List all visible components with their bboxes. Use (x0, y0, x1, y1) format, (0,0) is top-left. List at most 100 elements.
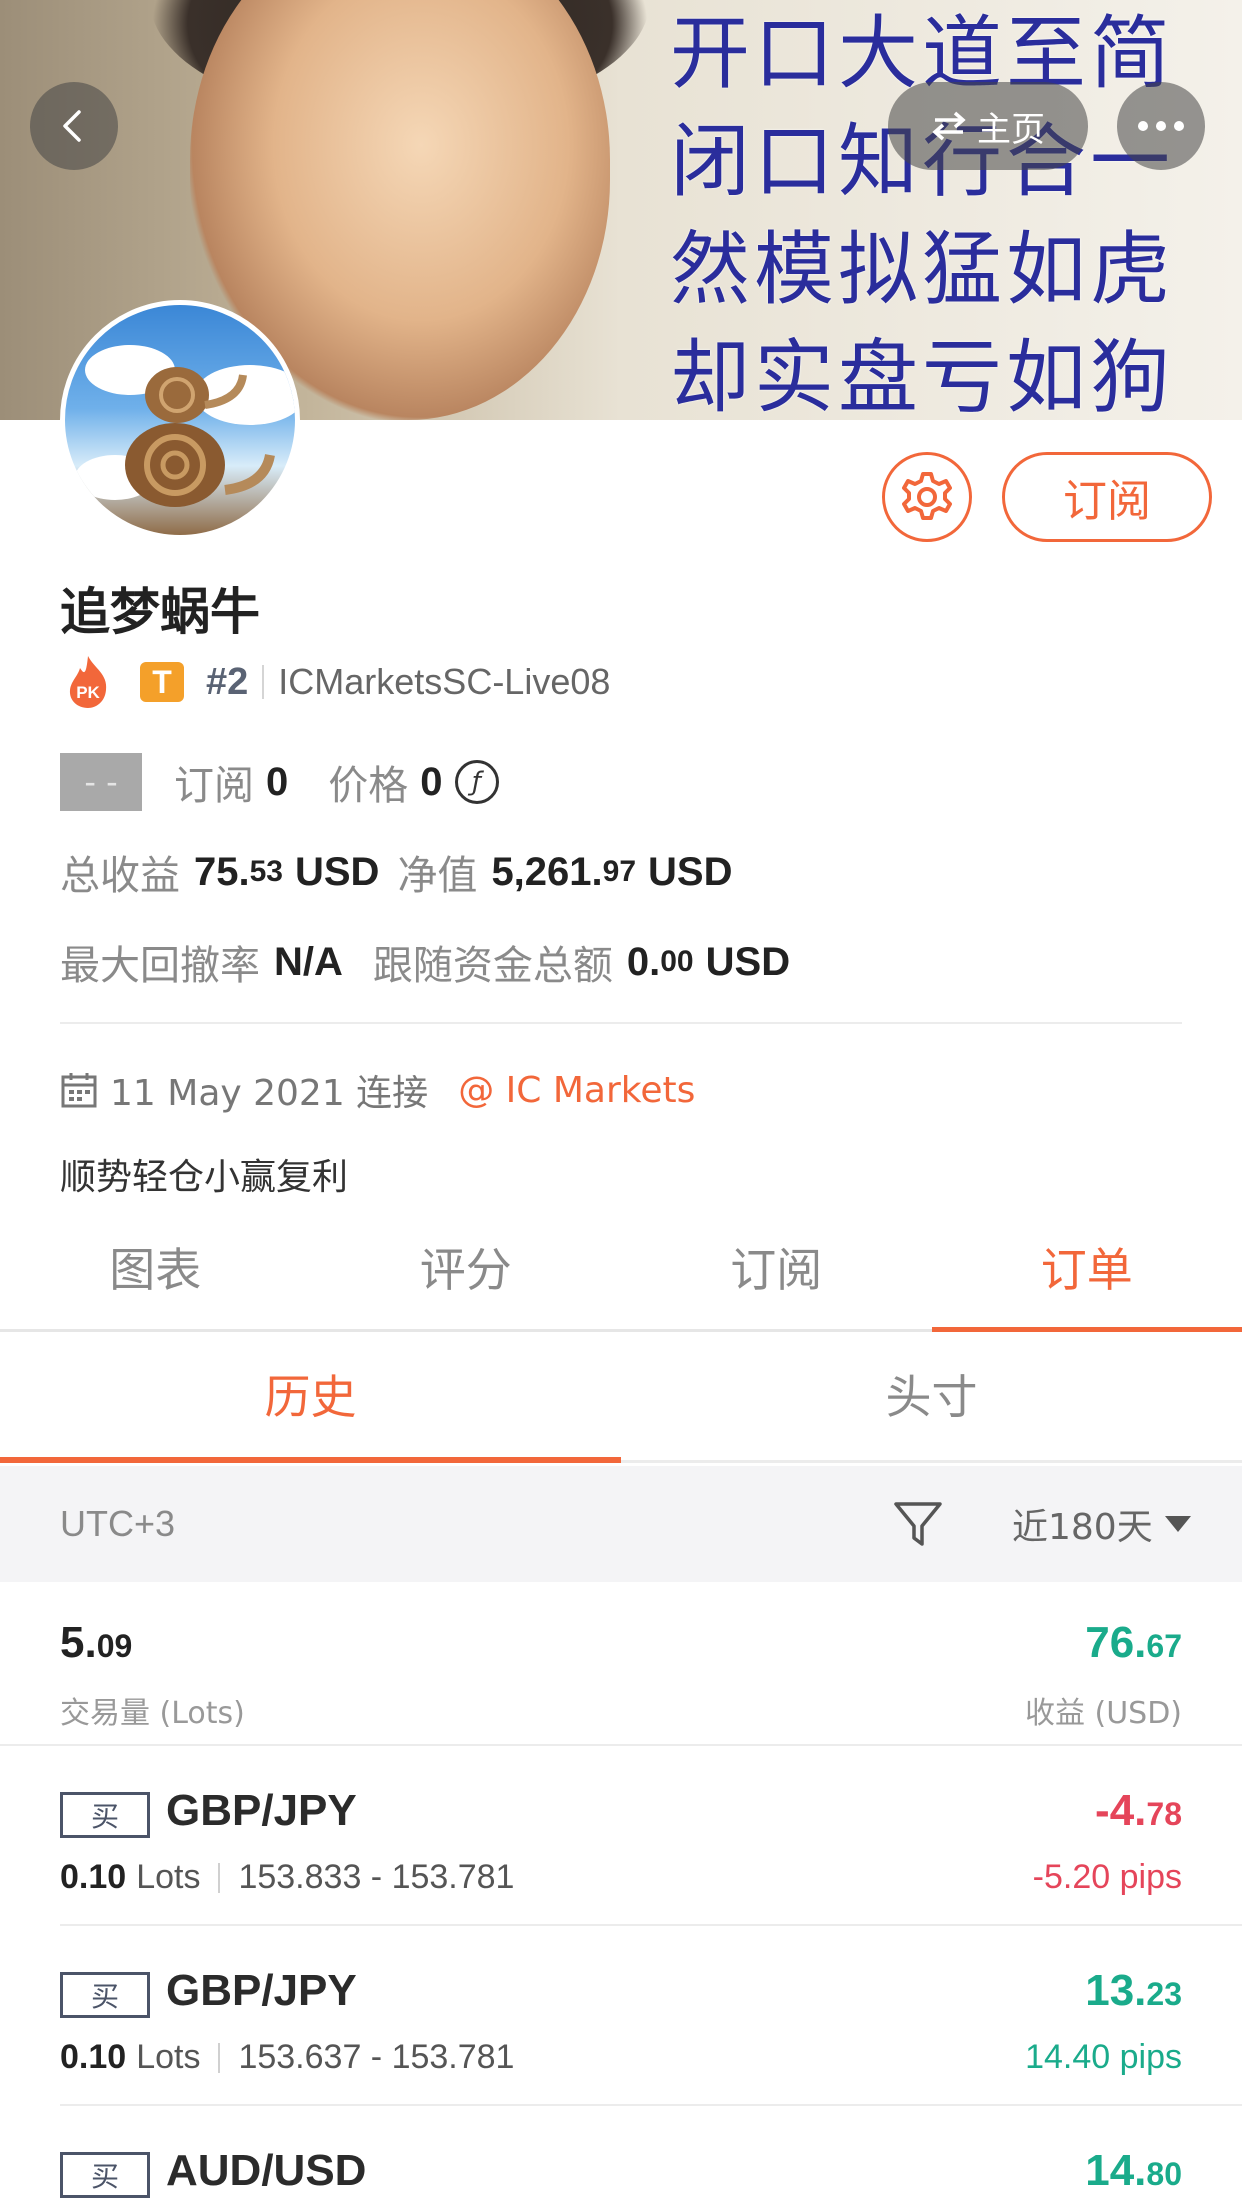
total-profit-dec: 53 (249, 855, 283, 888)
banner-line: 然模拟猛如虎 (670, 223, 1174, 316)
equity-label: 净值 (397, 853, 478, 899)
equity-unit: USD (648, 849, 733, 894)
swap-icon (932, 111, 966, 141)
coin-icon: ƒ (454, 760, 499, 804)
total-profit-dec: 67 (1146, 1628, 1182, 1664)
price-label: 价格 (328, 763, 409, 809)
tab-chart[interactable]: 图表 (0, 1220, 311, 1329)
home-button[interactable]: 主页 (888, 82, 1088, 170)
order-pnl: 14.80 (1085, 2146, 1182, 2196)
profile-name: 追梦蜗牛 (60, 583, 260, 641)
tab-positions[interactable]: 头寸 (621, 1335, 1242, 1460)
connected-date: 11 May 2021 连接 (110, 1073, 429, 1114)
caret-down-icon (1164, 1516, 1191, 1532)
max-drawdown-label: 最大回撤率 (60, 943, 260, 989)
tab-rating[interactable]: 评分 (311, 1220, 622, 1329)
follow-funds-dec: 00 (660, 945, 694, 978)
equity-dec: 97 (602, 855, 637, 888)
order-pnl-int: -4. (1095, 1786, 1147, 1835)
divider (218, 2042, 221, 2073)
order-lots-unit: Lots (136, 1858, 201, 1896)
filter-bar: UTC+3 近180天 (0, 1466, 1242, 1582)
subscribers-label: 订阅 (174, 763, 254, 809)
order-symbol: GBP/JPY (166, 1966, 357, 2015)
more-icon (1138, 121, 1184, 131)
total-lots-int: 5. (60, 1618, 97, 1667)
home-label: 主页 (977, 109, 1045, 150)
order-lots-unit: Lots (136, 2038, 201, 2076)
total-profit-unit: USD (294, 849, 380, 894)
divider (60, 1022, 1182, 1024)
tab-orders[interactable]: 订单 (931, 1220, 1242, 1332)
order-symbol: GBP/JPY (166, 1786, 357, 1835)
order-pnl-dec: 23 (1146, 1976, 1182, 2012)
total-lots-label: 交易量 (Lots) (60, 1696, 245, 1731)
divider (262, 665, 265, 699)
tier-badge: T (140, 662, 184, 702)
profit-stats: 总收益 75. 53 USD 净值 5,261. 97 USD (60, 842, 732, 902)
back-button[interactable] (30, 82, 118, 170)
main-tabs: 图表 评分 订阅 订单 (0, 1220, 1242, 1332)
more-button[interactable] (1117, 82, 1205, 170)
side-tag: 买 (60, 1792, 150, 1838)
order-pnl: -4.78 (1095, 1786, 1182, 1836)
order-pnl-int: 14. (1085, 2146, 1147, 2195)
back-icon (63, 110, 81, 142)
history-summary: 5.09 交易量 (Lots) 76.67 收益 (USD) (0, 1582, 1242, 1746)
tab-subscriptions[interactable]: 订阅 (621, 1220, 932, 1329)
total-profit-label: 总收益 (60, 853, 180, 899)
settings-button[interactable] (882, 452, 972, 542)
follow-funds-unit: USD (705, 939, 791, 984)
order-row[interactable]: 买 GBP/JPY 0.10 Lots 153.833 - 153.781 -4… (0, 1746, 1242, 1926)
order-detail: 0.10 Lots 153.637 - 153.781 (60, 2038, 514, 2077)
pk-label: PK (76, 683, 100, 702)
order-pnl: 13.23 (1085, 1966, 1182, 2016)
follow-funds-int: 0. (626, 939, 661, 984)
date-range-value: 近180天 (1012, 1507, 1153, 1548)
subscribers-value: 0 (266, 759, 289, 804)
total-profit-label: 收益 (USD) (1024, 1696, 1182, 1731)
side-tag: 买 (60, 2152, 150, 2198)
order-prices: 153.637 - 153.781 (238, 2038, 515, 2076)
timezone-label: UTC+3 (60, 1503, 176, 1544)
side-tag: 买 (60, 1972, 150, 2018)
date-range-select[interactable]: 近180天 (1012, 1498, 1191, 1550)
badge-row: PK T #2 ICMarketsSC-Live08 (60, 652, 610, 712)
total-profit-int: 75. (194, 849, 250, 894)
banner-caption: 开口大道至简 闭口知行合一 然模拟猛如虎 却实盘亏如狗 (670, 0, 1230, 420)
broker-link[interactable]: @ IC Markets (458, 1070, 695, 1111)
pk-flame-icon: PK (60, 654, 116, 710)
snail-image (125, 367, 275, 507)
order-lots: 0.10 (60, 2038, 127, 2076)
order-lots: 0.10 (60, 1858, 127, 1896)
filter-icon[interactable] (892, 1498, 944, 1550)
divider (218, 1862, 221, 1893)
status-badge: - - (60, 753, 142, 811)
subscribe-button[interactable]: 订阅 (1002, 452, 1212, 542)
order-detail: 0.10 Lots 153.833 - 153.781 (60, 1858, 514, 1897)
price-value: 0 (420, 759, 443, 804)
order-pnl-int: 13. (1085, 1966, 1147, 2015)
total-lots-dec: 09 (96, 1628, 133, 1664)
bio: 顺势轻仓小赢复利 (60, 1157, 349, 1198)
order-pips: -5.20 pips (1032, 1858, 1182, 1896)
avatar[interactable] (60, 300, 300, 540)
total-profit: 76.67 (1085, 1618, 1182, 1668)
order-pips: 14.40 pips (1025, 2038, 1182, 2076)
equity-int: 5,261. (491, 849, 603, 894)
max-drawdown-value: N/A (274, 939, 343, 984)
server-name: ICMarketsSC-Live08 (278, 661, 611, 702)
follow-funds-label: 跟随资金总额 (372, 943, 613, 989)
subscription-stats: - - 订阅 0 价格 0 ƒ (60, 752, 499, 812)
tab-history[interactable]: 历史 (0, 1335, 621, 1463)
order-pnl-dec: 78 (1146, 1796, 1182, 1832)
risk-stats: 最大回撤率 N/A 跟随资金总额 0. 00 USD (60, 932, 790, 992)
gear-icon (902, 472, 952, 520)
order-row[interactable]: 买 AUD/USD 14.80 (0, 2106, 1242, 2208)
calendar-icon (61, 1073, 97, 1108)
sub-tabs: 历史 头寸 (0, 1335, 1242, 1463)
connection-info: 11 May 2021 连接 @ IC Markets (60, 1062, 695, 1118)
order-row[interactable]: 买 GBP/JPY 0.10 Lots 153.637 - 153.781 13… (0, 1926, 1242, 2106)
rank-label: #2 (206, 660, 249, 703)
banner-line: 却实盘亏如狗 (670, 331, 1174, 420)
